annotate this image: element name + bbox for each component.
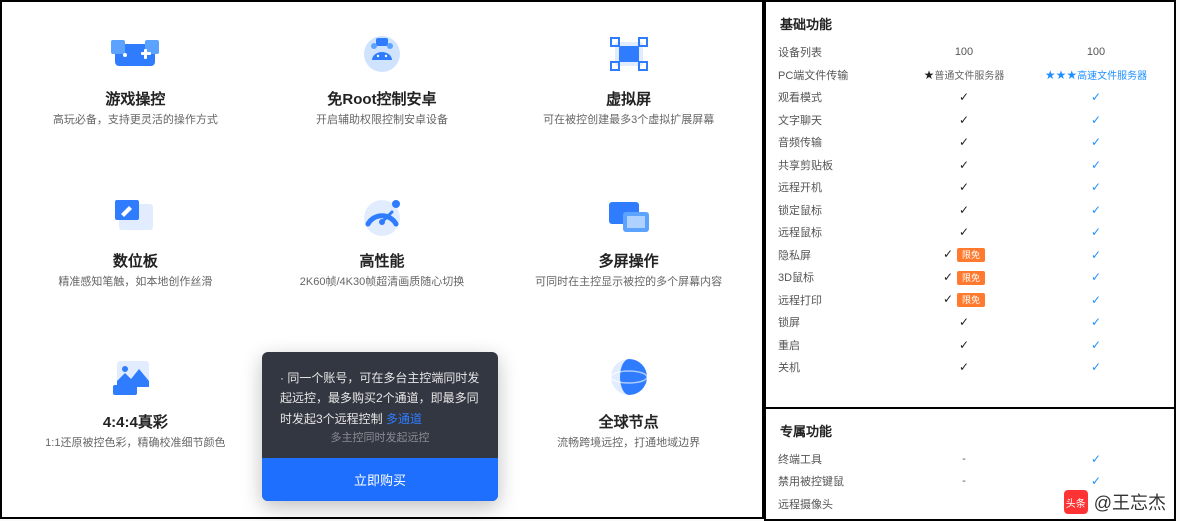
dash-icon: - — [898, 475, 1030, 487]
feature-performance: 高性能 2K60帧/4K30帧超清画质随心切换 — [259, 184, 506, 346]
check-icon: ✓ — [943, 270, 953, 284]
badge-free: 限免 — [957, 271, 985, 285]
table-row: 共享剪贴板✓✓ — [778, 154, 1162, 177]
table-row: PC端文件传输 ★普通文件服务器 ★★★高速文件服务器 — [778, 64, 1162, 87]
cell-value: ★普通文件服务器 — [898, 67, 1030, 82]
feature-tablet: 数位板 精准感知笔触，如本地创作丝滑 — [12, 184, 259, 346]
check-icon: ✓ — [943, 292, 953, 306]
cell-value: 100 — [1030, 46, 1162, 58]
feature-title: 多屏操作 — [599, 250, 659, 271]
table-row: 观看模式✓✓ — [778, 86, 1162, 109]
check-icon: ✓ — [1091, 180, 1101, 194]
feature-desc: 精准感知笔触，如本地创作丝滑 — [48, 275, 222, 290]
check-icon: ✓ — [943, 247, 953, 261]
table-row: 远程打印✓限免✓ — [778, 289, 1162, 312]
section-title-exclusive: 专属功能 — [778, 417, 1162, 448]
feature-title: 4:4:4真彩 — [103, 411, 168, 432]
feature-desc: 1:1还原被控色彩，精确校准细节颜色 — [35, 436, 235, 451]
check-icon: ✓ — [1091, 113, 1101, 127]
check-icon: ✓ — [959, 135, 969, 149]
table-row: 终端工具-✓ — [778, 448, 1162, 471]
multichannel-tooltip: · 同一个账号，可在多台主控端同时发起远控，最多购买2个通道，即最多同时发起3个… — [262, 352, 498, 501]
table-row: 远程鼠标✓✓ — [778, 221, 1162, 244]
toutiao-logo-icon: 头条 — [1064, 490, 1088, 514]
feature-global-nodes: 全球节点 流畅跨境远控，打通地域边界 — [505, 345, 752, 507]
dash-icon: - — [898, 453, 1030, 465]
check-icon: ✓ — [1091, 158, 1101, 172]
android-icon — [357, 32, 407, 76]
check-icon: ✓ — [1091, 452, 1101, 466]
check-icon: ✓ — [959, 113, 969, 127]
table-row: 音频传输✓✓ — [778, 131, 1162, 154]
check-icon: ✓ — [959, 180, 969, 194]
check-icon: ✓ — [1091, 474, 1101, 488]
table-row: 远程开机✓✓ — [778, 176, 1162, 199]
feature-title: 全球节点 — [599, 411, 659, 432]
badge-free: 限免 — [957, 293, 985, 307]
feature-title: 游戏操控 — [105, 88, 165, 109]
feature-desc: 可同时在主控显示被控的多个屏幕内容 — [525, 275, 732, 290]
virtual-screen-icon — [604, 32, 654, 76]
globe-icon — [604, 355, 654, 399]
check-icon: ✓ — [959, 225, 969, 239]
badge-free: 限免 — [957, 248, 985, 262]
table-row: 文字聊天✓✓ — [778, 109, 1162, 132]
check-icon: ✓ — [1091, 360, 1101, 374]
section-title-basic: 基础功能 — [778, 10, 1162, 41]
check-icon: ✓ — [959, 203, 969, 217]
speedometer-icon — [357, 194, 407, 238]
feature-title: 虚拟屏 — [606, 88, 651, 109]
features-panel: 游戏操控 高玩必备，支持更灵活的操作方式 免Root控制安卓 开启辅助权限控制安… — [0, 0, 764, 519]
tablet-icon — [110, 194, 160, 238]
cell-value: ★★★高速文件服务器 — [1030, 67, 1162, 82]
check-icon: ✓ — [1091, 270, 1101, 284]
tooltip-text: · 同一个账号，可在多台主控端同时发起远控，最多购买2个通道，即最多同时发起3个… — [280, 368, 480, 429]
table-row: 重启✓✓ — [778, 334, 1162, 357]
image-icon — [110, 355, 160, 399]
check-icon: ✓ — [959, 90, 969, 104]
check-icon: ✓ — [959, 338, 969, 352]
check-icon: ✓ — [1091, 225, 1101, 239]
table-row: 关机✓✓ — [778, 356, 1162, 379]
feature-virtual-screen: 虚拟屏 可在被控创建最多3个虚拟扩展屏幕 — [505, 22, 752, 184]
check-icon: ✓ — [1091, 338, 1101, 352]
feature-desc: 流畅跨境远控，打通地域边界 — [547, 436, 710, 451]
feature-title: 数位板 — [113, 250, 158, 271]
feature-game-control: 游戏操控 高玩必备，支持更灵活的操作方式 — [12, 22, 259, 184]
feature-multiscreen: 多屏操作 可同时在主控显示被控的多个屏幕内容 — [505, 184, 752, 346]
check-icon: ✓ — [959, 315, 969, 329]
basic-features-table: 基础功能 设备列表 100 100 PC端文件传输 ★普通文件服务器 ★★★高速… — [764, 0, 1176, 407]
feature-title: 高性能 — [359, 250, 404, 271]
table-row: 锁屏✓✓ — [778, 311, 1162, 334]
feature-truecolor: 4:4:4真彩 1:1还原被控色彩，精确校准细节颜色 — [12, 345, 259, 507]
gamepad-icon — [110, 32, 160, 76]
feature-desc: 开启辅助权限控制安卓设备 — [306, 113, 458, 128]
watermark-text: @王忘杰 — [1094, 489, 1166, 515]
check-icon: ✓ — [1091, 135, 1101, 149]
feature-android-control: 免Root控制安卓 开启辅助权限控制安卓设备 — [259, 22, 506, 184]
table-row: 锁定鼠标✓✓ — [778, 199, 1162, 222]
feature-desc: 高玩必备，支持更灵活的操作方式 — [43, 113, 228, 128]
cell-value: 100 — [898, 46, 1030, 58]
check-icon: ✓ — [959, 360, 969, 374]
tooltip-subtext: 多主控同时发起远控 — [280, 429, 480, 448]
watermark: 头条 @王忘杰 — [1064, 489, 1166, 515]
feature-desc: 2K60帧/4K30帧超清画质随心切换 — [290, 275, 474, 290]
table-row: 3D鼠标✓限免✓ — [778, 266, 1162, 289]
tooltip-highlight: 多通道 — [386, 412, 422, 426]
feature-title: 免Root控制安卓 — [327, 88, 436, 109]
check-icon: ✓ — [1091, 90, 1101, 104]
feature-desc: 可在被控创建最多3个虚拟扩展屏幕 — [533, 113, 724, 128]
table-row: 隐私屏✓限免✓ — [778, 244, 1162, 267]
check-icon: ✓ — [959, 158, 969, 172]
check-icon: ✓ — [1091, 293, 1101, 307]
check-icon: ✓ — [1091, 248, 1101, 262]
multiscreen-icon — [604, 194, 654, 238]
table-row: 设备列表 100 100 — [778, 41, 1162, 64]
check-icon: ✓ — [1091, 315, 1101, 329]
check-icon: ✓ — [1091, 203, 1101, 217]
buy-now-button[interactable]: 立即购买 — [262, 458, 498, 501]
